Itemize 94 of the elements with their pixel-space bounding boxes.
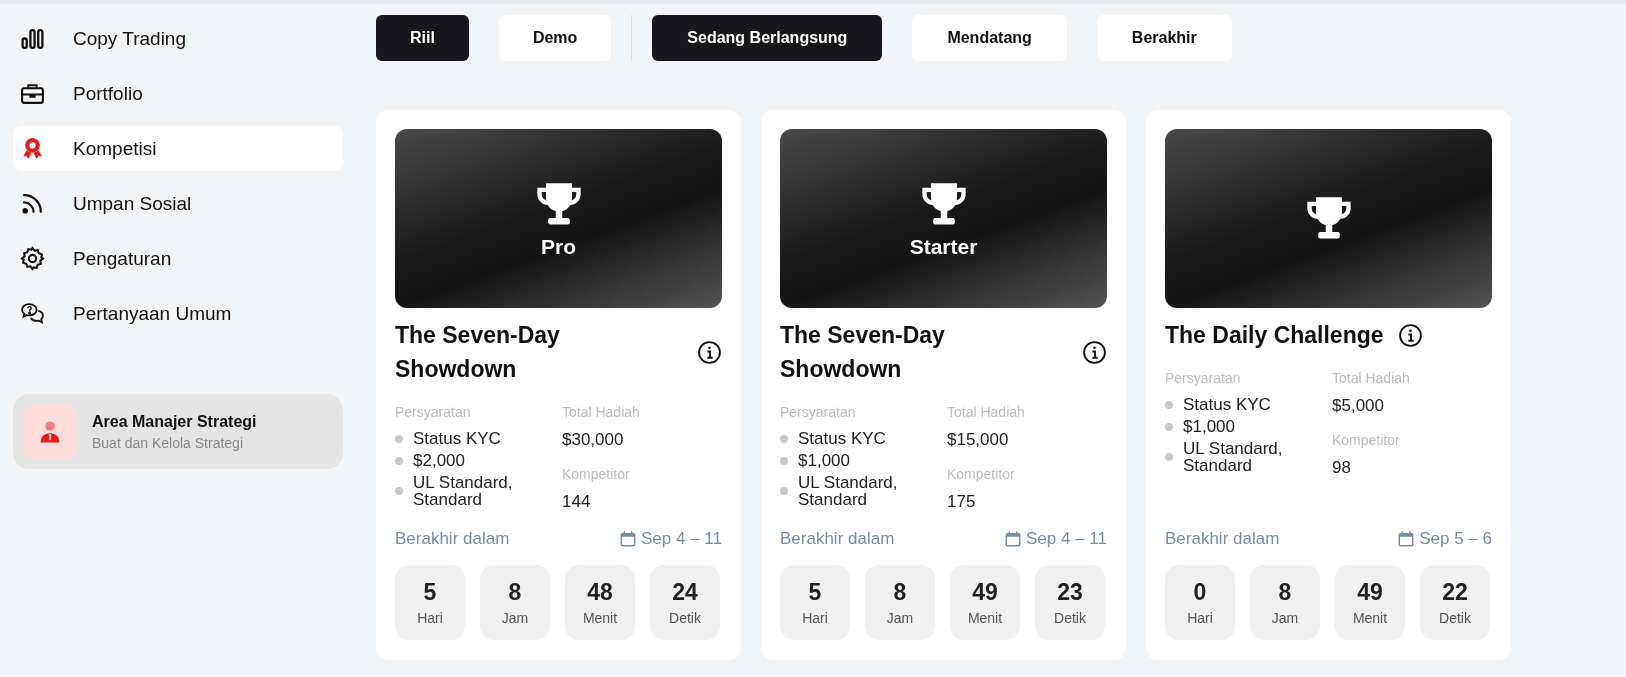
prize-label: Total Hadiah bbox=[1332, 370, 1411, 386]
tier-label: Starter bbox=[909, 234, 978, 259]
bullet-icon bbox=[1165, 453, 1173, 461]
settings-icon bbox=[20, 246, 45, 271]
date-range: Sep 4 – 11 bbox=[1026, 529, 1107, 549]
requirement-text: Status KYC bbox=[413, 430, 501, 447]
requirement-text: $2,000 bbox=[413, 452, 465, 469]
requirement-text: Status KYC bbox=[798, 430, 886, 447]
countdown-value: 0 bbox=[1193, 579, 1207, 606]
status-filter-button[interactable]: Berakhir bbox=[1096, 15, 1232, 61]
bullet-icon bbox=[780, 434, 788, 443]
countdown-unit: Menit bbox=[1352, 610, 1388, 626]
countdown-unit: Hari bbox=[417, 610, 443, 626]
countdown-value: 22 bbox=[1442, 579, 1468, 606]
competitors-label: Kompetitor bbox=[947, 466, 1016, 482]
strategy-manager-card[interactable]: Area Manajer Strategi Buat dan Kelola Strategi bbox=[13, 394, 343, 469]
ends-in-label: Berakhir dalam bbox=[780, 529, 895, 549]
sidebar-item[interactable]: Portfolio bbox=[13, 71, 343, 116]
award-icon bbox=[20, 136, 45, 161]
requirement-text: UL Standard, Standard bbox=[798, 474, 899, 508]
countdown-unit: Jam bbox=[886, 610, 914, 626]
tier-label: Pro bbox=[541, 234, 576, 259]
info-icon[interactable] bbox=[1082, 339, 1107, 365]
bullet-icon bbox=[395, 434, 403, 443]
countdown-value: 5 bbox=[423, 579, 437, 606]
requirement-text: UL Standard, Standard bbox=[1183, 440, 1284, 474]
countdown-unit: Hari bbox=[802, 610, 828, 626]
bar-chart-icon bbox=[20, 26, 45, 51]
countdown-value: 48 bbox=[587, 579, 613, 606]
requirement-text: $1,000 bbox=[798, 452, 850, 469]
status-filter-button[interactable]: Sedang Berlangsung bbox=[652, 15, 883, 61]
date-range: Sep 5 – 6 bbox=[1419, 529, 1492, 549]
manager-subtitle: Buat dan Kelola Strategi bbox=[92, 434, 244, 451]
countdown-value: 8 bbox=[508, 579, 522, 606]
sidebar-item[interactable]: Kompetisi bbox=[13, 126, 343, 171]
countdown-unit: Menit bbox=[967, 610, 1003, 626]
requirement-text: $1,000 bbox=[1183, 418, 1235, 435]
date-range: Sep 4 – 11 bbox=[641, 529, 722, 549]
prize-value: $15,000 bbox=[947, 430, 1010, 450]
account-filter-button[interactable]: Demo bbox=[498, 15, 612, 61]
requirement-text: Status KYC bbox=[1183, 396, 1271, 413]
ends-in-label: Berakhir dalam bbox=[1165, 529, 1280, 549]
countdown-value: 23 bbox=[1057, 579, 1083, 606]
countdown-unit: Detik bbox=[1054, 610, 1086, 626]
countdown-value: 8 bbox=[1278, 579, 1292, 606]
countdown-value: 24 bbox=[672, 579, 698, 606]
ends-in-label: Berakhir dalam bbox=[395, 529, 510, 549]
rss-icon bbox=[20, 191, 45, 216]
bullet-icon bbox=[780, 487, 788, 495]
prize-value: $5,000 bbox=[1332, 396, 1385, 416]
countdown-value: 5 bbox=[808, 579, 822, 606]
sidebar-item[interactable]: Pertanyaan Umum bbox=[13, 291, 343, 336]
sidebar-item[interactable]: Copy Trading bbox=[13, 16, 343, 61]
competitors-value: 98 bbox=[1332, 458, 1352, 478]
calendar-icon bbox=[1004, 530, 1022, 548]
countdown-unit: Menit bbox=[582, 610, 618, 626]
calendar-icon bbox=[619, 530, 637, 548]
countdown-unit: Jam bbox=[1271, 610, 1299, 626]
bullet-icon bbox=[395, 487, 403, 495]
competition-title: The Seven-Day Showdown bbox=[780, 321, 946, 384]
bullet-icon bbox=[395, 456, 403, 465]
competition-title: The Seven-Day Showdown bbox=[395, 321, 561, 384]
competition-title: The Daily Challenge bbox=[1165, 321, 1384, 350]
prize-label: Total Hadiah bbox=[947, 404, 1026, 420]
bullet-icon bbox=[1165, 400, 1173, 409]
briefcase-icon bbox=[20, 81, 45, 106]
countdown-value: 8 bbox=[893, 579, 907, 606]
countdown-unit: Detik bbox=[669, 610, 701, 626]
countdown-unit: Detik bbox=[1439, 610, 1471, 626]
prize-label: Total Hadiah bbox=[562, 404, 641, 420]
sidebar-item[interactable]: Pengaturan bbox=[13, 236, 343, 281]
sidebar-item[interactable]: Umpan Sosial bbox=[13, 181, 343, 226]
manager-title: Area Manajer Strategi bbox=[92, 412, 257, 431]
prize-value: $30,000 bbox=[562, 430, 625, 450]
bullet-icon bbox=[1165, 422, 1173, 431]
calendar-icon bbox=[1397, 530, 1416, 548]
competitors-value: 144 bbox=[562, 492, 592, 512]
countdown-unit: Jam bbox=[501, 610, 529, 626]
requirements-label: Persyaratan bbox=[1165, 370, 1242, 386]
competitors-label: Kompetitor bbox=[562, 466, 631, 482]
account-filter-button[interactable]: Riil bbox=[376, 15, 469, 61]
bullet-icon bbox=[780, 456, 788, 465]
info-icon[interactable] bbox=[697, 339, 722, 365]
requirement-text: UL Standard, Standard bbox=[413, 474, 514, 508]
countdown-unit: Hari bbox=[1187, 610, 1213, 626]
competitors-label: Kompetitor bbox=[1332, 432, 1401, 448]
status-filter-button[interactable]: Mendatang bbox=[912, 15, 1067, 61]
requirements-label: Persyaratan bbox=[395, 404, 472, 420]
requirements-label: Persyaratan bbox=[780, 404, 857, 420]
chat-bubbles-icon bbox=[20, 301, 45, 326]
info-icon[interactable] bbox=[1397, 322, 1423, 348]
countdown-value: 49 bbox=[972, 579, 998, 606]
countdown-value: 49 bbox=[1357, 579, 1383, 606]
competitors-value: 175 bbox=[947, 492, 977, 512]
